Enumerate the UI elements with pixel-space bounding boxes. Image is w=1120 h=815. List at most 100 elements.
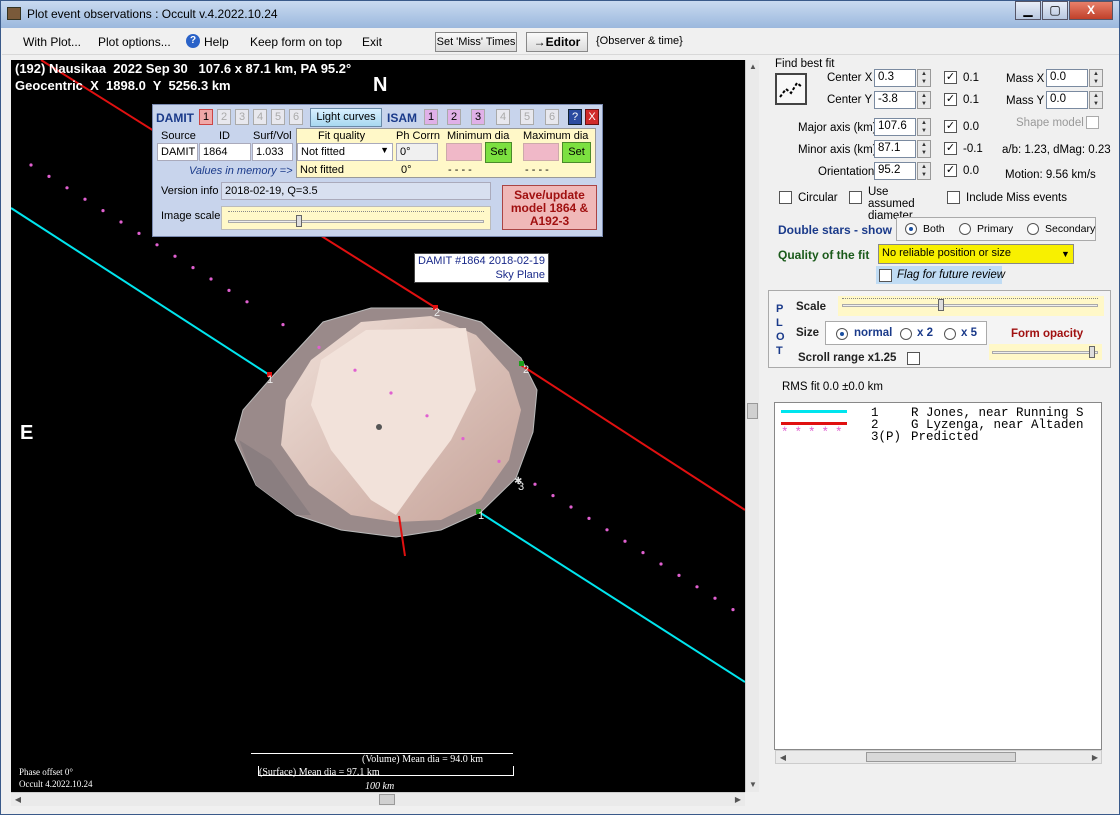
save-update-model-button[interactable]: Save/update model 1864 & A192-3 xyxy=(502,185,597,230)
mass-x-spinner[interactable]: ▲ ▼ xyxy=(1089,69,1103,87)
center-y-checkbox[interactable]: ✓ xyxy=(944,93,957,106)
isam-model-1[interactable]: 1 xyxy=(424,109,438,125)
isam-model-4[interactable]: 4 xyxy=(496,109,510,125)
scroll-right-arrow[interactable]: ▶ xyxy=(731,793,745,807)
major-axis-spinner[interactable]: ▲ ▼ xyxy=(917,118,931,136)
min-dia-field[interactable] xyxy=(446,143,482,161)
assumed-diameter-checkbox[interactable] xyxy=(849,191,862,204)
orientation-input[interactable]: 95.2 xyxy=(874,162,916,180)
mass-y-input[interactable]: 0.0 xyxy=(1046,91,1088,109)
damit-close-icon[interactable]: X xyxy=(585,109,599,125)
app-icon xyxy=(7,7,21,20)
circular-label: Circular xyxy=(798,192,838,204)
scale-slider-thumb[interactable] xyxy=(938,299,944,311)
primary-label: Primary xyxy=(977,223,1014,235)
predicted-dot xyxy=(101,209,105,213)
observer-time-link[interactable]: {Observer & time} xyxy=(596,35,683,47)
predicted-dot xyxy=(47,174,51,178)
legend-scroll-thumb[interactable] xyxy=(866,752,1016,762)
scroll-range-checkbox[interactable] xyxy=(907,352,920,365)
image-scale-slider[interactable] xyxy=(221,206,491,230)
major-axis-label: Major axis (km) xyxy=(798,122,877,134)
max-dia-field[interactable] xyxy=(523,143,559,161)
mass-y-spinner[interactable]: ▲ ▼ xyxy=(1089,91,1103,109)
center-y-spinner[interactable]: ▲ ▼ xyxy=(917,91,931,109)
minor-axis-checkbox[interactable]: ✓ xyxy=(944,142,957,155)
set-miss-times-button[interactable]: Set 'Miss' Times xyxy=(435,32,517,52)
legend-horizontal-scrollbar[interactable]: ◀ ▶ xyxy=(775,750,1102,764)
include-miss-checkbox[interactable] xyxy=(947,191,960,204)
scroll-left-arrow[interactable]: ◀ xyxy=(11,793,25,807)
primary-radio[interactable] xyxy=(959,223,971,235)
isam-model-6[interactable]: 6 xyxy=(545,109,559,125)
damit-model-3[interactable]: 3 xyxy=(235,109,249,125)
center-x-checkbox[interactable]: ✓ xyxy=(944,71,957,84)
shape-model-checkbox[interactable] xyxy=(1086,116,1099,129)
size-x5-label: x 5 xyxy=(961,327,977,339)
maximize-button[interactable]: ▢ xyxy=(1042,1,1068,20)
center-y-input[interactable]: -3.8 xyxy=(874,91,916,109)
size-x2-radio[interactable] xyxy=(900,328,912,340)
damit-model-6[interactable]: 6 xyxy=(289,109,303,125)
fit-quality-select[interactable]: Not fitted ▼ xyxy=(297,143,393,161)
size-x5-radio[interactable] xyxy=(944,328,956,340)
set-min-button[interactable]: Set xyxy=(485,142,512,163)
find-best-fit-button[interactable] xyxy=(775,73,807,105)
orientation-checkbox[interactable]: ✓ xyxy=(944,164,957,177)
center-x-spinner[interactable]: ▲ ▼ xyxy=(917,69,931,87)
scroll-thumb-v[interactable] xyxy=(747,403,758,419)
secondary-radio[interactable] xyxy=(1027,223,1039,235)
editor-button[interactable]: →Editor xyxy=(526,32,588,52)
close-button[interactable]: X xyxy=(1069,1,1113,20)
predicted-dot xyxy=(389,391,393,395)
set-max-button[interactable]: Set xyxy=(562,142,591,163)
major-axis-input[interactable]: 107.6 xyxy=(874,118,916,136)
menu-keep-on-top[interactable]: Keep form on top xyxy=(250,35,342,49)
predicted-dot xyxy=(551,494,555,498)
isam-model-2[interactable]: 2 xyxy=(447,109,461,125)
light-curves-button[interactable]: Light curves xyxy=(310,108,382,127)
scroll-down-arrow[interactable]: ▼ xyxy=(746,778,760,792)
menu-with-plot[interactable]: With Plot... xyxy=(23,35,81,49)
legend-scroll-left[interactable]: ◀ xyxy=(776,751,790,765)
observers-legend: 1R Jones, near Running S2G Lyzenga, near… xyxy=(774,402,1102,750)
damit-model-4[interactable]: 4 xyxy=(253,109,267,125)
scroll-up-arrow[interactable]: ▲ xyxy=(746,60,760,74)
both-radio[interactable] xyxy=(905,223,917,235)
quality-fit-select[interactable]: No reliable position or size xyxy=(878,244,1074,264)
slider-thumb[interactable] xyxy=(296,215,302,227)
size-normal-radio[interactable] xyxy=(836,328,848,340)
header-id: ID xyxy=(219,130,230,142)
isam-model-3[interactable]: 3 xyxy=(471,109,485,125)
minimize-button[interactable]: ▁ xyxy=(1015,1,1041,20)
damit-model-1[interactable]: 1 xyxy=(199,109,213,125)
isam-model-5[interactable]: 5 xyxy=(520,109,534,125)
flag-review-checkbox[interactable] xyxy=(879,269,892,282)
damit-model-5[interactable]: 5 xyxy=(271,109,285,125)
scale-slider[interactable] xyxy=(838,296,1104,316)
circular-checkbox[interactable] xyxy=(779,191,792,204)
mass-y-label: Mass Y xyxy=(1006,95,1045,107)
center-x-input[interactable]: 0.3 xyxy=(874,69,916,87)
chevron-down-icon: ▼ xyxy=(1061,249,1070,259)
opacity-slider-thumb[interactable] xyxy=(1089,346,1095,358)
damit-model-2[interactable]: 2 xyxy=(217,109,231,125)
form-opacity-slider[interactable] xyxy=(989,344,1102,360)
menu-exit[interactable]: Exit xyxy=(362,35,382,49)
scroll-thumb-h[interactable] xyxy=(379,794,395,805)
major-axis-checkbox[interactable]: ✓ xyxy=(944,120,957,133)
mass-x-input[interactable]: 0.0 xyxy=(1046,69,1088,87)
orientation-spinner[interactable]: ▲ ▼ xyxy=(917,162,931,180)
plot-vertical-scrollbar[interactable]: ▲ ▼ xyxy=(745,60,759,792)
plot-header-line2: Geocentric X 1898.0 Y 5256.3 km xyxy=(15,78,231,93)
damit-help-icon[interactable]: ? xyxy=(568,109,582,125)
plot-horizontal-scrollbar[interactable]: ◀ ▶ xyxy=(11,792,745,806)
predicted-dot xyxy=(191,266,195,270)
legend-scroll-right[interactable]: ▶ xyxy=(1088,751,1102,765)
header-ph-corrn: Ph Corrn xyxy=(396,130,441,142)
menu-plot-options[interactable]: Plot options... xyxy=(98,35,171,49)
minor-axis-spinner[interactable]: ▲ ▼ xyxy=(917,140,931,158)
minor-axis-input[interactable]: 87.1 xyxy=(874,140,916,158)
damit-model-label-1: DAMIT #1864 2018-02-19 xyxy=(418,255,545,267)
menu-help[interactable]: Help xyxy=(204,35,229,49)
